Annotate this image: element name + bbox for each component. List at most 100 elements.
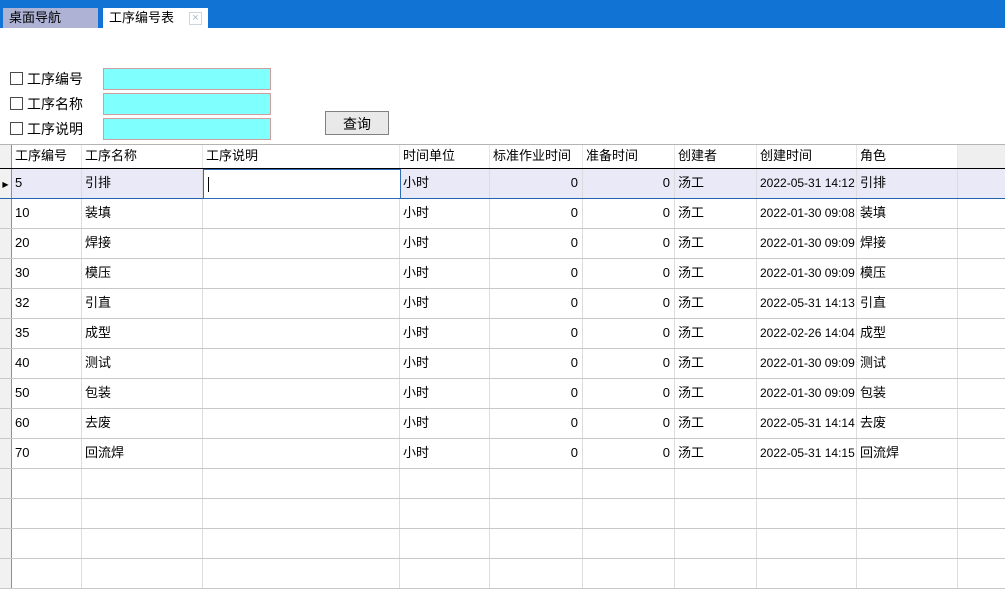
empty-row[interactable] <box>0 559 1005 589</box>
cell-created-time[interactable]: 2022-02-26 14:04 <box>757 319 857 348</box>
cell-process-name[interactable]: 模压 <box>82 259 203 288</box>
cell-role[interactable]: 引排 <box>857 169 958 198</box>
cell-std-time[interactable]: 0 <box>490 349 583 378</box>
table-row[interactable]: 30 模压 小时 0 0 汤工 2022-01-30 09:09 模压 <box>0 259 1005 289</box>
cell-process-code[interactable]: 35 <box>12 319 82 348</box>
process-code-checkbox[interactable] <box>10 72 23 85</box>
cell-prep-time[interactable]: 0 <box>583 379 675 408</box>
close-icon[interactable]: × <box>189 12 202 25</box>
cell-time-unit[interactable]: 小时 <box>400 349 490 378</box>
cell-std-time[interactable]: 0 <box>490 379 583 408</box>
header-process-code[interactable]: 工序编号 <box>12 145 82 168</box>
row-selector-cell[interactable] <box>0 409 12 438</box>
process-desc-checkbox[interactable] <box>10 122 23 135</box>
cell-process-desc[interactable] <box>203 289 400 318</box>
row-selector-cell[interactable]: ▶ <box>0 169 12 198</box>
cell-process-desc[interactable] <box>203 439 400 468</box>
row-selector-cell[interactable] <box>0 199 12 228</box>
cell-role[interactable]: 模压 <box>857 259 958 288</box>
cell-process-name[interactable]: 去废 <box>82 409 203 438</box>
cell-time-unit[interactable]: 小时 <box>400 169 490 198</box>
cell-prep-time[interactable]: 0 <box>583 169 675 198</box>
table-row[interactable]: ▶ 5 引排 小时 0 0 汤工 2022-05-31 14:12 引排 <box>0 169 1005 199</box>
cell-created-time[interactable]: 2022-05-31 14:12 <box>757 169 857 198</box>
cell-created-time[interactable]: 2022-05-31 14:15 <box>757 439 857 468</box>
cell-time-unit[interactable]: 小时 <box>400 319 490 348</box>
cell-process-code[interactable]: 50 <box>12 379 82 408</box>
cell-creator[interactable]: 汤工 <box>675 289 757 318</box>
row-selector-cell[interactable] <box>0 349 12 378</box>
cell-creator[interactable]: 汤工 <box>675 409 757 438</box>
header-creator[interactable]: 创建者 <box>675 145 757 168</box>
cell-prep-time[interactable]: 0 <box>583 229 675 258</box>
cell-time-unit[interactable]: 小时 <box>400 229 490 258</box>
table-row[interactable]: 32 引直 小时 0 0 汤工 2022-05-31 14:13 引直 <box>0 289 1005 319</box>
cell-time-unit[interactable]: 小时 <box>400 199 490 228</box>
empty-row[interactable] <box>0 499 1005 529</box>
cell-creator[interactable]: 汤工 <box>675 169 757 198</box>
cell-created-time[interactable]: 2022-05-31 14:14 <box>757 409 857 438</box>
process-desc-input[interactable] <box>103 118 271 140</box>
cell-time-unit[interactable]: 小时 <box>400 289 490 318</box>
cell-role[interactable]: 引直 <box>857 289 958 318</box>
header-created-time[interactable]: 创建时间 <box>757 145 857 168</box>
table-row[interactable]: 20 焊接 小时 0 0 汤工 2022-01-30 09:09 焊接 <box>0 229 1005 259</box>
tab-desktop-nav[interactable]: 桌面导航 <box>3 8 98 28</box>
cell-creator[interactable]: 汤工 <box>675 199 757 228</box>
cell-created-time[interactable]: 2022-01-30 09:08 <box>757 199 857 228</box>
header-time-unit[interactable]: 时间单位 <box>400 145 490 168</box>
table-row[interactable]: 50 包装 小时 0 0 汤工 2022-01-30 09:09 包装 <box>0 379 1005 409</box>
cell-process-name[interactable]: 焊接 <box>82 229 203 258</box>
header-std-time[interactable]: 标准作业时间 <box>490 145 583 168</box>
table-row[interactable]: 40 测试 小时 0 0 汤工 2022-01-30 09:09 测试 <box>0 349 1005 379</box>
cell-process-desc[interactable] <box>203 229 400 258</box>
cell-prep-time[interactable]: 0 <box>583 259 675 288</box>
cell-process-code[interactable]: 32 <box>12 289 82 318</box>
cell-process-code[interactable]: 10 <box>12 199 82 228</box>
cell-process-name[interactable]: 包装 <box>82 379 203 408</box>
desc-cell-editor[interactable] <box>203 169 401 199</box>
empty-row[interactable] <box>0 469 1005 499</box>
cell-std-time[interactable]: 0 <box>490 259 583 288</box>
cell-process-code[interactable]: 5 <box>12 169 82 198</box>
cell-std-time[interactable]: 0 <box>490 289 583 318</box>
cell-process-code[interactable]: 70 <box>12 439 82 468</box>
header-role[interactable]: 角色 <box>857 145 958 168</box>
cell-creator[interactable]: 汤工 <box>675 319 757 348</box>
cell-role[interactable]: 焊接 <box>857 229 958 258</box>
cell-prep-time[interactable]: 0 <box>583 319 675 348</box>
row-selector-cell[interactable] <box>0 289 12 318</box>
table-row[interactable]: 70 回流焊 小时 0 0 汤工 2022-05-31 14:15 回流焊 <box>0 439 1005 469</box>
cell-role[interactable]: 去废 <box>857 409 958 438</box>
cell-prep-time[interactable]: 0 <box>583 439 675 468</box>
cell-process-name[interactable]: 测试 <box>82 349 203 378</box>
cell-prep-time[interactable]: 0 <box>583 289 675 318</box>
process-name-checkbox[interactable] <box>10 97 23 110</box>
row-selector-cell[interactable] <box>0 259 12 288</box>
empty-row[interactable] <box>0 529 1005 559</box>
process-code-input[interactable] <box>103 68 271 90</box>
cell-process-desc[interactable] <box>203 379 400 408</box>
cell-created-time[interactable]: 2022-01-30 09:09 <box>757 229 857 258</box>
row-selector-cell[interactable] <box>0 439 12 468</box>
cell-process-desc[interactable] <box>203 409 400 438</box>
cell-creator[interactable]: 汤工 <box>675 379 757 408</box>
cell-role[interactable]: 成型 <box>857 319 958 348</box>
cell-std-time[interactable]: 0 <box>490 169 583 198</box>
cell-creator[interactable]: 汤工 <box>675 229 757 258</box>
cell-role[interactable]: 测试 <box>857 349 958 378</box>
cell-process-code[interactable]: 60 <box>12 409 82 438</box>
table-row[interactable]: 35 成型 小时 0 0 汤工 2022-02-26 14:04 成型 <box>0 319 1005 349</box>
cell-creator[interactable]: 汤工 <box>675 439 757 468</box>
cell-created-time[interactable]: 2022-01-30 09:09 <box>757 379 857 408</box>
cell-role[interactable]: 包装 <box>857 379 958 408</box>
cell-prep-time[interactable]: 0 <box>583 199 675 228</box>
cell-created-time[interactable]: 2022-01-30 09:09 <box>757 259 857 288</box>
row-selector-cell[interactable] <box>0 529 12 558</box>
cell-role[interactable]: 回流焊 <box>857 439 958 468</box>
table-row[interactable]: 60 去废 小时 0 0 汤工 2022-05-31 14:14 去废 <box>0 409 1005 439</box>
row-selector-cell[interactable] <box>0 229 12 258</box>
cell-process-desc[interactable] <box>203 259 400 288</box>
cell-creator[interactable]: 汤工 <box>675 349 757 378</box>
query-button[interactable]: 查询 <box>325 111 389 135</box>
